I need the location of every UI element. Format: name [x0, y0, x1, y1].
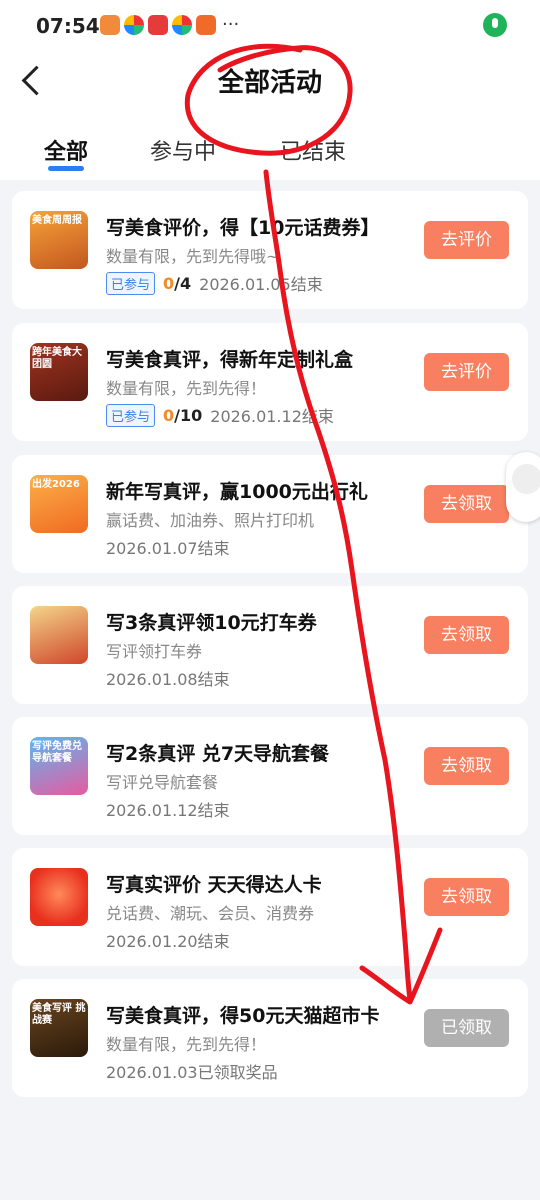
claim-button[interactable]: 去领取: [424, 616, 509, 654]
tab-participating[interactable]: 参与中: [150, 134, 216, 166]
status-time: 07:54: [36, 14, 100, 38]
activity-thumbnail: 跨年美食大团圆: [30, 343, 88, 401]
activity-description: 写评领打车券: [106, 642, 203, 661]
page-title: 全部活动: [217, 68, 322, 98]
end-date: 2026.01.12结束: [106, 801, 230, 820]
activity-meta: 2026.01.03已领取奖品: [106, 1059, 278, 1083]
activity-title: 写美食真评，得新年定制礼盒: [106, 349, 354, 371]
mail-notification-icon: [148, 14, 168, 35]
activity-title: 写3条真评领10元打车券: [106, 612, 317, 634]
end-date: 2026.01.05结束: [199, 275, 323, 294]
activity-description: 兑话费、潮玩、会员、消费券: [106, 904, 315, 923]
claim-button[interactable]: 去领取: [424, 878, 509, 916]
activity-card[interactable]: 出发2026 新年写真评，赢1000元出行礼 赢话费、加油券、照片打印机 202…: [12, 455, 528, 573]
end-date: 2026.01.12结束: [210, 407, 334, 426]
more-notifications-icon: ···: [222, 14, 240, 35]
progress-done: 0: [163, 405, 175, 425]
activity-meta: 2026.01.20结束: [106, 928, 230, 952]
activity-thumbnail: 美食周周报: [30, 211, 88, 269]
activity-description: 赢话费、加油券、照片打印机: [106, 511, 315, 530]
thumbnail-label: 美食周周报: [32, 215, 82, 226]
review-button[interactable]: 去评价: [424, 221, 509, 259]
app-notification-icon: [124, 14, 144, 35]
activity-card[interactable]: 写评免费兑 导航套餐 写2条真评 兑7天导航套餐 写评兑导航套餐 2026.01…: [12, 717, 528, 835]
activity-meta: 已参与 0 /4 2026.01.05结束: [106, 271, 323, 295]
joined-badge: 已参与: [106, 271, 156, 295]
status-bar: 07:54 ···: [0, 0, 540, 50]
activity-card[interactable]: 跨年美食大团圆 写美食真评，得新年定制礼盒 数量有限，先到先得！ 已参与 0 /…: [12, 323, 528, 441]
gift-notification-icon: [196, 14, 216, 35]
thumbnail-label: 跨年美食大团圆: [32, 347, 82, 370]
tab-all[interactable]: 全部: [44, 134, 88, 166]
activity-meta: 2026.01.07结束: [106, 535, 230, 559]
thumbnail-label: 写评免费兑 导航套餐: [32, 741, 82, 764]
activity-description: 数量有限，先到先得！: [106, 1035, 267, 1054]
end-date: 2026.01.20结束: [106, 932, 230, 951]
claim-button[interactable]: 去领取: [424, 485, 509, 523]
activity-title: 写2条真评 兑7天导航套餐: [106, 743, 330, 765]
activity-thumbnail: 美食写评 挑战赛: [30, 999, 88, 1057]
claimed-button[interactable]: 已领取: [424, 1009, 509, 1047]
activity-description: 数量有限，先到先得！: [106, 379, 267, 398]
progress-done: 0: [163, 273, 175, 293]
activity-description: 数量有限，先到先得哦~: [106, 247, 280, 266]
activity-card[interactable]: 写真实评价 天天得达人卡 兑话费、潮玩、会员、消费券 2026.01.20结束 …: [12, 848, 528, 966]
thumbnail-label: 美食写评 挑战赛: [32, 1003, 86, 1026]
floating-app-widget[interactable]: [506, 452, 540, 522]
microphone-icon: [483, 13, 507, 37]
activity-thumbnail: 出发2026: [30, 475, 88, 533]
app-notification-icon: [172, 14, 192, 35]
thumbnail-label: 出发2026: [32, 479, 80, 490]
progress-total: /10: [174, 405, 203, 425]
activity-card[interactable]: 写3条真评领10元打车券 写评领打车券 2026.01.08结束 去领取: [12, 586, 528, 704]
activity-meta: 已参与 0 /10 2026.01.12结束: [106, 403, 334, 427]
claim-button[interactable]: 去领取: [424, 747, 509, 785]
progress-total: /4: [174, 273, 192, 293]
activity-thumbnail: [30, 868, 88, 926]
activity-meta: 2026.01.12结束: [106, 797, 230, 821]
activity-card[interactable]: 美食写评 挑战赛 写美食真评，得50元天猫超市卡 数量有限，先到先得！ 2026…: [12, 979, 528, 1097]
app-notification-icon: [100, 14, 120, 35]
end-date: 2026.01.03已领取奖品: [106, 1063, 278, 1082]
activity-meta: 2026.01.08结束: [106, 666, 230, 690]
joined-badge: 已参与: [106, 403, 156, 427]
end-date: 2026.01.08结束: [106, 670, 230, 689]
notification-icons: ···: [100, 14, 239, 35]
tab-ended[interactable]: 已结束: [280, 134, 346, 166]
active-tab-indicator: [48, 166, 84, 171]
activity-title: 写美食评价，得【10元话费券】: [106, 217, 380, 239]
end-date: 2026.01.07结束: [106, 539, 230, 558]
review-button[interactable]: 去评价: [424, 353, 509, 391]
activity-title: 写真实评价 天天得达人卡: [106, 874, 322, 896]
activity-thumbnail: 写评免费兑 导航套餐: [30, 737, 88, 795]
activity-description: 写评兑导航套餐: [106, 773, 219, 792]
activity-title: 写美食真评，得50元天猫超市卡: [106, 1005, 380, 1027]
activity-title: 新年写真评，赢1000元出行礼: [106, 481, 368, 503]
activity-card[interactable]: 美食周周报 写美食评价，得【10元话费券】 数量有限，先到先得哦~ 已参与 0 …: [12, 191, 528, 309]
activity-thumbnail: [30, 606, 88, 664]
